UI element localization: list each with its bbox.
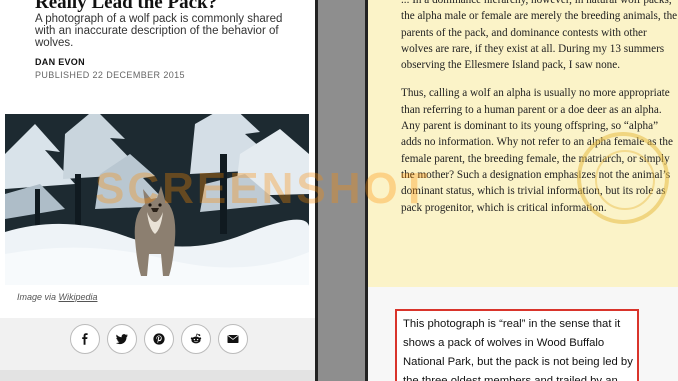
publish-date: PUBLISHED 22 DECEMBER 2015 [35, 70, 185, 80]
share-twitter-button[interactable] [107, 324, 137, 354]
reddit-icon [190, 333, 202, 344]
article-summary: A photograph of a wolf pack is commonly … [35, 13, 283, 49]
highlighted-claim-box: This photograph is “real” in the sense t… [395, 309, 639, 381]
twitter-icon [116, 334, 128, 345]
article-card: Really Lead the Pack? A photograph of a … [0, 0, 315, 318]
email-icon [227, 335, 239, 343]
left-phone-screenshot: Really Lead the Pack? A photograph of a … [0, 0, 318, 381]
facebook-icon [82, 333, 88, 345]
book-paragraph-2: Thus, calling a wolf an alpha is usually… [401, 87, 673, 214]
share-email-button[interactable] [218, 324, 248, 354]
wikipedia-link[interactable]: Wikipedia [59, 292, 98, 302]
wolf-snow-forest-image [5, 114, 309, 285]
highlighted-claim-text: This photograph is “real” in the sense t… [403, 318, 633, 381]
article-author[interactable]: DAN EVON [35, 57, 85, 67]
share-reddit-button[interactable] [181, 324, 211, 354]
wolf-photo [5, 114, 309, 285]
share-facebook-button[interactable] [70, 324, 100, 354]
image-caption: Image via Wikipedia [17, 292, 97, 302]
caption-prefix: Image via [17, 292, 57, 302]
book-paragraph-1: ... In a dominance hierarchy, however, i… [401, 0, 678, 72]
book-excerpt: ... In a dominance hierarchy, however, i… [401, 0, 678, 228]
share-buttons [70, 324, 248, 354]
next-section-edge [0, 370, 315, 381]
pinterest-icon [153, 333, 165, 345]
center-gutter [318, 0, 365, 381]
article-headline: Really Lead the Pack? [35, 0, 218, 13]
share-pinterest-button[interactable] [144, 324, 174, 354]
